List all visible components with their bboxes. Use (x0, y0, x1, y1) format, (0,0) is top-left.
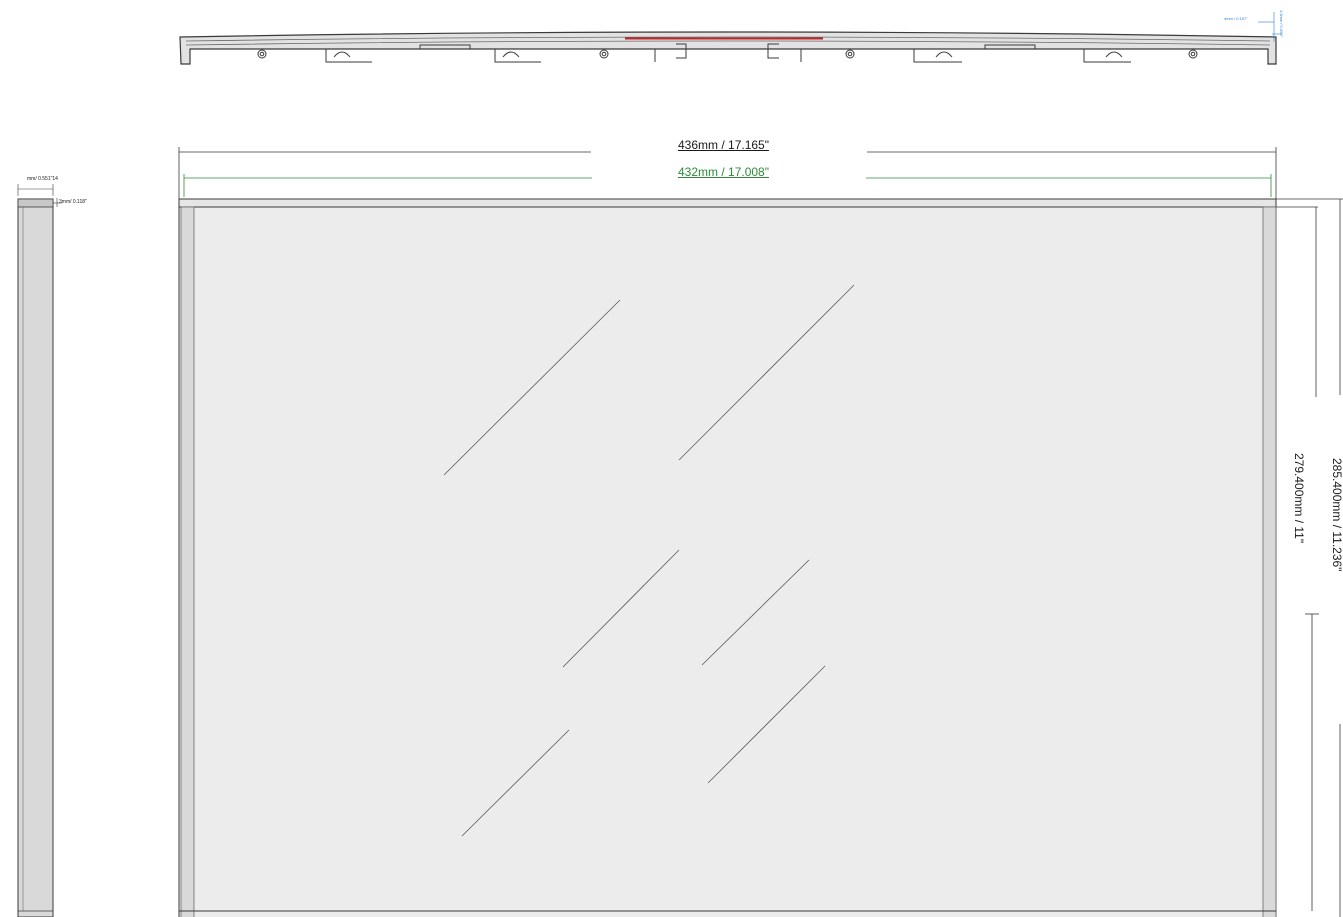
frame-left-rail (180, 206, 195, 917)
top-profile-view (179, 12, 1282, 65)
clip (325, 49, 372, 63)
side-wall-label: 3mm/ 0.118" (59, 199, 87, 205)
clip (913, 49, 962, 63)
outer-width-label: 436mm / 17.165" (678, 138, 769, 152)
frame-right-rail (1262, 206, 1277, 917)
screw-hole (847, 51, 853, 57)
screw-hole (259, 51, 265, 57)
screw-hole (1190, 51, 1196, 57)
side-depth-label: mm/ 0.551"14 (27, 176, 58, 182)
side-view (17, 184, 62, 917)
technical-drawing (17, 12, 1343, 917)
clip (1083, 49, 1131, 63)
top-depth-label: 4mm / 0.157" (1224, 16, 1248, 21)
screw-bosses (257, 49, 1198, 59)
top-lip-label: 1.5mm / 0.059" (1279, 10, 1284, 37)
outer-height-label: 285.400mm / 11.236" (1330, 458, 1343, 572)
inner-height-label: 279.400mm / 11" (1292, 453, 1306, 544)
panel-outer (178, 206, 1277, 917)
side-profile-cap (17, 198, 54, 208)
frame-top-bar (178, 198, 1277, 208)
clip (494, 49, 541, 63)
screw-hole (601, 51, 607, 57)
inner-width-label: 432mm / 17.008" (678, 165, 769, 179)
front-view (178, 147, 1343, 917)
